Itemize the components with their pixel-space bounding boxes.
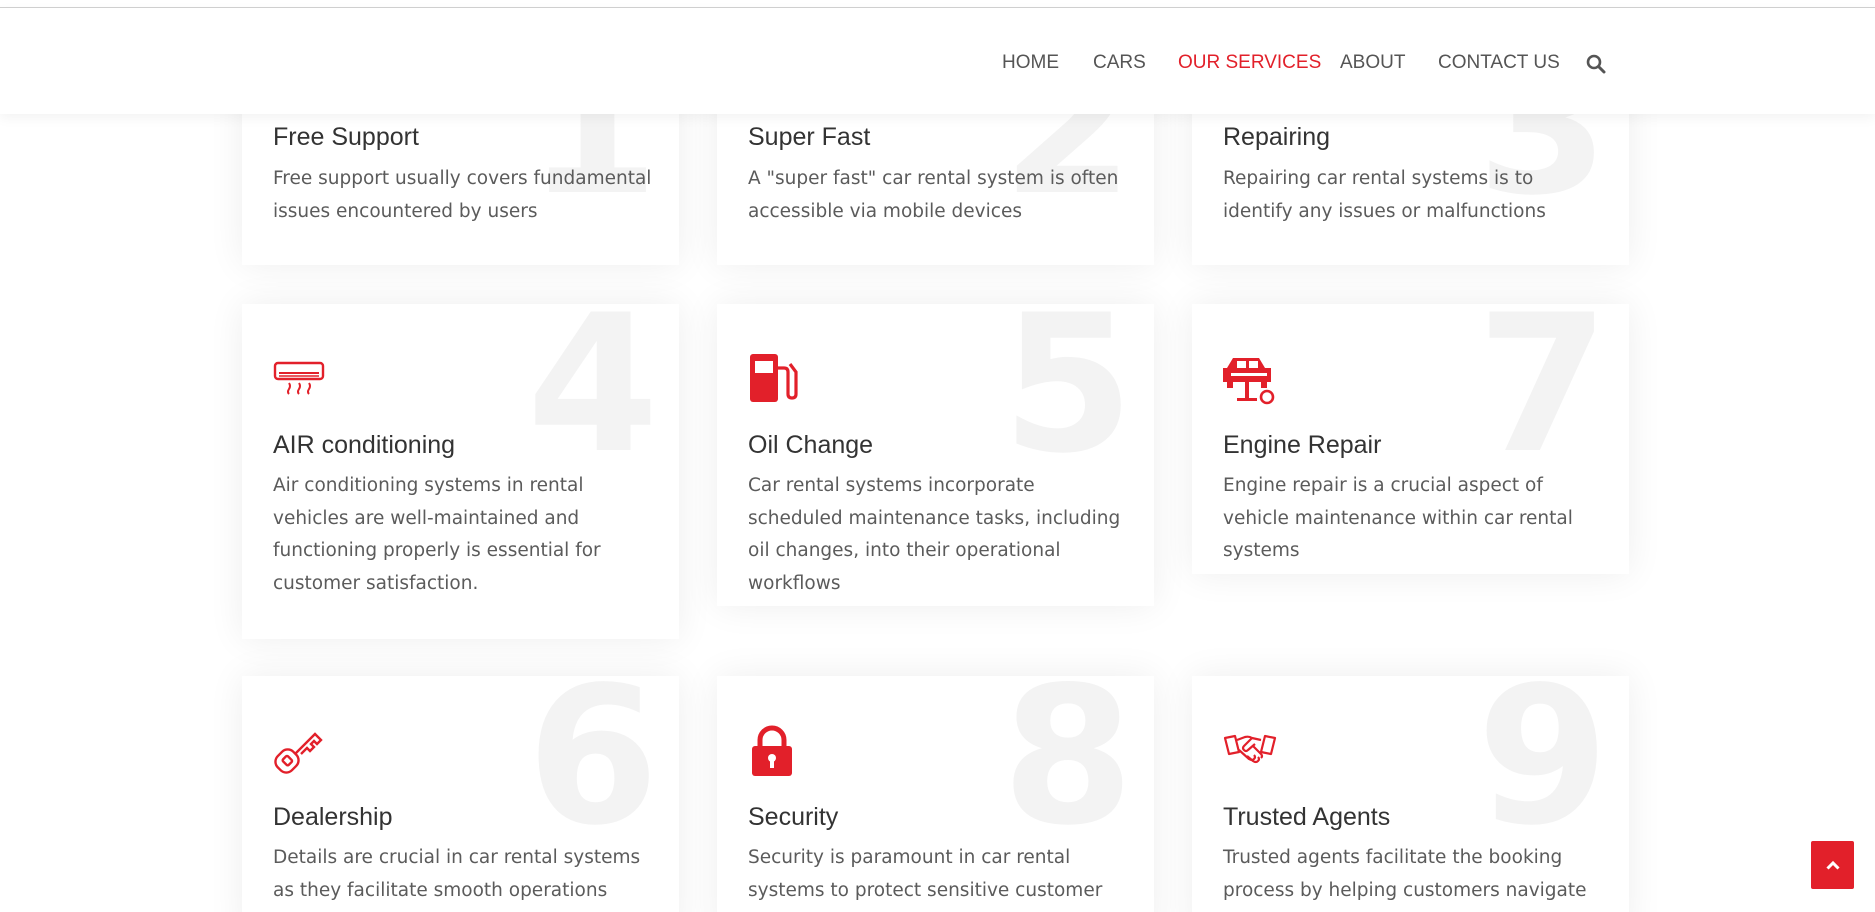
nav-cars[interactable]: CARS — [1093, 52, 1146, 74]
card-description: Security is paramount in car rental syst… — [748, 847, 1103, 901]
card-number: 6 — [526, 676, 659, 867]
fuel-pump-icon — [750, 354, 798, 402]
card-title: Trusted Agents — [1223, 803, 1391, 831]
back-to-top-button[interactable] — [1811, 841, 1854, 889]
card-description: Air conditioning systems in rental vehic… — [273, 475, 601, 594]
card-description: Details are crucial in car rental system… — [273, 847, 641, 901]
car-lift-icon — [1223, 358, 1275, 405]
card-number: 5 — [1001, 304, 1134, 495]
nav-about[interactable]: ABOUT — [1340, 52, 1405, 74]
padlock-icon — [752, 725, 792, 776]
service-card-security: 8 Security Security is paramount in car … — [717, 676, 1154, 912]
card-number: 8 — [1001, 676, 1134, 867]
card-title: Security — [748, 803, 839, 831]
handshake-icon — [1223, 734, 1277, 764]
site-header: HOME CARS OUR SERVICES ABOUT CONTACT US — [0, 8, 1875, 114]
nav-our-services[interactable]: OUR SERVICES — [1178, 52, 1321, 74]
main-nav: HOME CARS OUR SERVICES ABOUT CONTACT US — [0, 52, 1875, 76]
card-title: Repairing — [1223, 123, 1331, 151]
card-title: Super Fast — [748, 123, 871, 151]
air-conditioner-icon — [273, 361, 325, 395]
card-number: 7 — [1476, 304, 1609, 495]
card-title: Free Support — [273, 123, 419, 151]
chevron-up-icon — [1825, 860, 1840, 870]
card-title: Oil Change — [748, 431, 874, 459]
service-card-dealership: 6 Dealership Details are crucial in car … — [242, 676, 679, 912]
card-title: Dealership — [273, 803, 393, 831]
card-description: Free support usually covers fundamental … — [273, 168, 652, 222]
card-description: Repairing car rental systems is to ident… — [1223, 168, 1546, 222]
card-description: A "super fast" car rental system is ofte… — [748, 168, 1119, 222]
service-card-trusted-agents: 9 Trusted Agents Trusted agents facilita… — [1192, 676, 1629, 912]
card-number: 4 — [526, 304, 659, 495]
service-card-oil-change: 5 Oil Change Car rental systems incorpor… — [717, 304, 1154, 606]
search-icon[interactable] — [1586, 54, 1606, 74]
card-number: 9 — [1476, 676, 1609, 867]
service-card-air-conditioning: 4 AIR conditioning Air conditioning syst… — [242, 304, 679, 639]
card-title: Engine Repair — [1223, 431, 1382, 459]
card-description: Trusted agents facilitate the booking pr… — [1223, 847, 1587, 901]
card-description: Car rental systems incorporate scheduled… — [748, 475, 1121, 594]
card-title: AIR conditioning — [273, 431, 456, 459]
nav-home[interactable]: HOME — [1002, 52, 1059, 74]
service-card-engine-repair: 7 Engine Repair Engine repair is a cruci… — [1192, 304, 1629, 574]
card-description: Engine repair is a crucial aspect of veh… — [1223, 475, 1573, 561]
car-key-icon — [274, 732, 323, 774]
nav-contact-us[interactable]: CONTACT US — [1438, 52, 1560, 74]
top-border — [0, 7, 1875, 8]
